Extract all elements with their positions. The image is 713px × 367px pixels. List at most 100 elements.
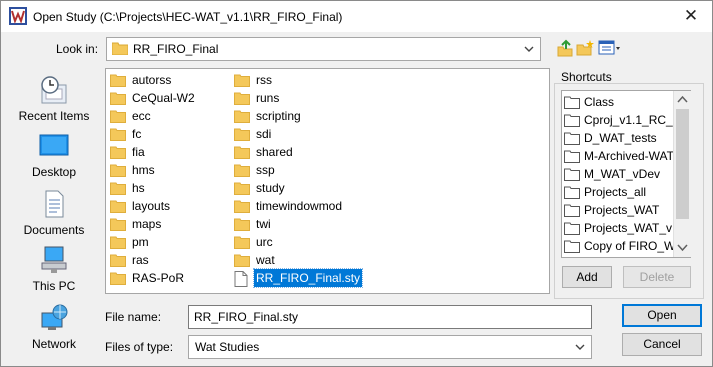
folder-outline-icon bbox=[564, 186, 580, 199]
file-item-label: runs bbox=[256, 91, 280, 105]
sidebar-item-documents[interactable]: Documents bbox=[9, 189, 99, 237]
folder-icon bbox=[234, 74, 250, 87]
file-item-label: layouts bbox=[132, 199, 171, 213]
file-name-input[interactable] bbox=[194, 307, 584, 327]
folder-icon bbox=[234, 218, 250, 231]
chevron-down-icon bbox=[524, 46, 534, 52]
add-shortcut-button[interactable]: Add bbox=[562, 266, 612, 288]
shortcut-item-label: Class bbox=[584, 95, 615, 109]
recent-items-icon bbox=[41, 76, 67, 104]
file-item-label: RR_FIRO_Final.sty bbox=[252, 268, 364, 288]
chevron-up-icon[interactable] bbox=[677, 94, 688, 104]
sidebar-item-this-pc[interactable]: This PC bbox=[9, 245, 99, 293]
file-item-label: CeQual-W2 bbox=[132, 91, 195, 105]
shortcut-item-label: M_WAT_vDev bbox=[584, 167, 661, 181]
view-menu-icon[interactable] bbox=[598, 39, 622, 57]
file-item-label: maps bbox=[132, 217, 162, 231]
folder-icon bbox=[110, 164, 126, 177]
file-type-combo[interactable]: Wat Studies bbox=[188, 335, 592, 359]
chevron-down-icon[interactable] bbox=[677, 243, 688, 253]
folder-icon bbox=[110, 182, 126, 195]
shortcut-item-label: Projects_WAT bbox=[584, 203, 660, 217]
folder-icon bbox=[110, 110, 126, 123]
folder-icon bbox=[110, 254, 126, 267]
close-button[interactable]: ✕ bbox=[680, 5, 702, 27]
folder-icon bbox=[110, 218, 126, 231]
file-item-label: sdi bbox=[256, 127, 272, 141]
file-name-field[interactable] bbox=[188, 305, 592, 329]
file-item-label: ssp bbox=[256, 163, 275, 177]
file-item-label: twi bbox=[256, 217, 271, 231]
file-item-label: fc bbox=[132, 127, 142, 141]
shortcut-item-label: D_WAT_tests bbox=[584, 131, 657, 145]
new-folder-icon[interactable] bbox=[576, 39, 594, 57]
folder-outline-icon bbox=[564, 150, 580, 163]
cancel-button[interactable]: Cancel bbox=[622, 333, 702, 356]
sidebar-item-desktop[interactable]: Desktop bbox=[9, 133, 99, 179]
file-item-label: timewindowmod bbox=[256, 199, 343, 213]
folder-icon bbox=[110, 236, 126, 249]
folder-icon bbox=[110, 146, 126, 159]
file-item-label: rss bbox=[256, 73, 272, 87]
file-item-label: hs bbox=[132, 181, 145, 195]
folder-icon bbox=[110, 128, 126, 141]
folder-icon bbox=[234, 200, 250, 213]
folder-icon bbox=[112, 42, 128, 55]
file-item-label: fia bbox=[132, 145, 145, 159]
sidebar-item-network[interactable]: Network bbox=[9, 303, 99, 351]
up-one-level-icon[interactable] bbox=[556, 39, 574, 57]
folder-outline-icon bbox=[564, 168, 580, 181]
folder-icon bbox=[234, 182, 250, 195]
look-in-combo[interactable]: RR_FIRO_Final bbox=[106, 37, 541, 61]
folder-outline-icon bbox=[564, 240, 580, 253]
file-item-label: autorss bbox=[132, 73, 172, 87]
sidebar-item-recent-items[interactable]: Recent Items bbox=[9, 75, 99, 123]
folder-icon bbox=[110, 200, 126, 213]
folder-icon bbox=[234, 146, 250, 159]
window-title: Open Study (C:\Projects\HEC-WAT_v1.1\RR_… bbox=[33, 10, 343, 24]
this-pc-icon bbox=[41, 246, 67, 273]
folder-icon bbox=[234, 236, 250, 249]
network-icon bbox=[41, 304, 68, 330]
scrollbar-thumb[interactable] bbox=[676, 109, 689, 219]
file-item-label: pm bbox=[132, 235, 149, 249]
folder-outline-icon bbox=[564, 204, 580, 217]
file-type-label: Files of type: bbox=[105, 340, 174, 354]
look-in-value: RR_FIRO_Final bbox=[133, 42, 219, 56]
folder-icon bbox=[234, 254, 250, 267]
wat-app-icon bbox=[9, 7, 27, 25]
desktop-icon bbox=[39, 134, 69, 156]
shortcut-item-label: Projects_WAT_v bbox=[584, 221, 673, 235]
shortcut-item-label: M-Archived-WAT bbox=[584, 149, 674, 163]
open-button[interactable]: Open bbox=[622, 304, 702, 327]
folder-icon bbox=[110, 272, 126, 285]
look-in-label: Look in: bbox=[56, 42, 99, 56]
file-icon bbox=[234, 271, 248, 287]
file-name-label: File name: bbox=[105, 310, 162, 324]
file-item-label: ras bbox=[132, 253, 149, 267]
sidebar-item-label: Desktop bbox=[31, 165, 77, 179]
shortcuts-scrollbar[interactable] bbox=[673, 91, 691, 257]
file-item-label: shared bbox=[256, 145, 293, 159]
sidebar-item-label: Documents bbox=[23, 223, 85, 237]
file-item-label: urc bbox=[256, 235, 273, 249]
folder-outline-icon bbox=[564, 96, 580, 109]
folder-icon bbox=[234, 164, 250, 177]
shortcuts-list[interactable]: Class Cproj_v1.1_RC_ D_WAT_tests M-Archived… bbox=[561, 90, 691, 258]
file-item-label: scripting bbox=[256, 109, 301, 123]
open-study-dialog: Open Study (C:\Projects\HEC-WAT_v1.1\RR_… bbox=[0, 0, 713, 367]
file-list[interactable]: autorss CeQual-W2 ecc fc fia hms hs layouts maps… bbox=[105, 68, 550, 294]
close-icon: ✕ bbox=[683, 6, 699, 25]
sidebar-item-label: Recent Items bbox=[18, 109, 90, 123]
sidebar-item-label: Network bbox=[31, 337, 76, 351]
file-item-label: ecc bbox=[132, 109, 151, 123]
chevron-down-icon bbox=[575, 344, 585, 350]
delete-shortcut-button[interactable]: Delete bbox=[623, 266, 691, 288]
shortcut-item-label: Projects_all bbox=[584, 185, 647, 199]
title-bar: Open Study (C:\Projects\HEC-WAT_v1.1\RR_… bbox=[1, 1, 712, 32]
shortcuts-label: Shortcuts bbox=[561, 70, 612, 84]
shortcut-item-label: Cproj_v1.1_RC_ bbox=[584, 113, 673, 127]
folder-icon bbox=[234, 128, 250, 141]
folder-outline-icon bbox=[564, 222, 580, 235]
folder-icon bbox=[234, 92, 250, 105]
